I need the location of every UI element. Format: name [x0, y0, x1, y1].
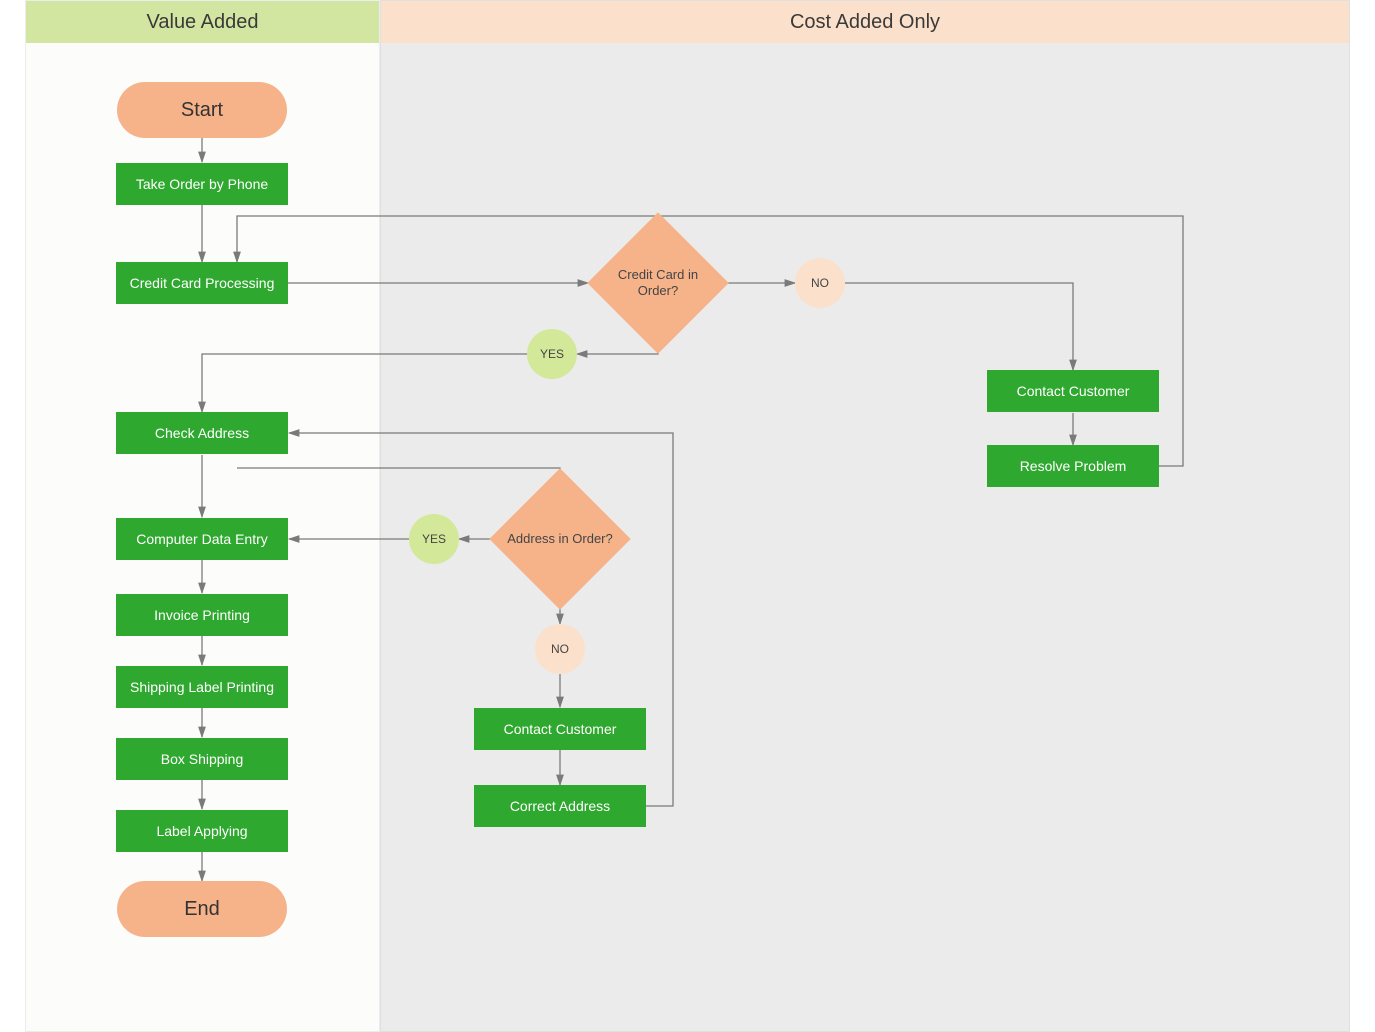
- yes-credit-card: YES: [527, 329, 577, 379]
- decision-cc-label: Credit Card in Order?: [588, 233, 728, 333]
- process-invoice-printing: Invoice Printing: [116, 594, 288, 636]
- decision-address-in-order: Address in Order?: [490, 489, 630, 589]
- process-cc-processing: Credit Card Processing: [116, 262, 288, 304]
- process-label-applying: Label Applying: [116, 810, 288, 852]
- terminator-end: End: [117, 881, 287, 937]
- decision-cc-in-order: Credit Card in Order?: [588, 233, 728, 333]
- process-shipping-label: Shipping Label Printing: [116, 666, 288, 708]
- process-check-address: Check Address: [116, 412, 288, 454]
- process-contact-customer-1: Contact Customer: [987, 370, 1159, 412]
- lane-value-added: Value Added: [25, 0, 380, 1032]
- process-contact-customer-2: Contact Customer: [474, 708, 646, 750]
- no-address: NO: [535, 624, 585, 674]
- process-resolve-problem: Resolve Problem: [987, 445, 1159, 487]
- process-correct-address: Correct Address: [474, 785, 646, 827]
- lane-header-cost-added: Cost Added Only: [381, 1, 1349, 43]
- decision-address-label: Address in Order?: [490, 489, 630, 589]
- no-credit-card: NO: [795, 258, 845, 308]
- lane-header-value-added: Value Added: [26, 1, 379, 43]
- process-take-order: Take Order by Phone: [116, 163, 288, 205]
- process-data-entry: Computer Data Entry: [116, 518, 288, 560]
- yes-address: YES: [409, 514, 459, 564]
- process-box-shipping: Box Shipping: [116, 738, 288, 780]
- flowchart-canvas: Value Added Cost Added Only: [0, 0, 1375, 1032]
- terminator-start: Start: [117, 82, 287, 138]
